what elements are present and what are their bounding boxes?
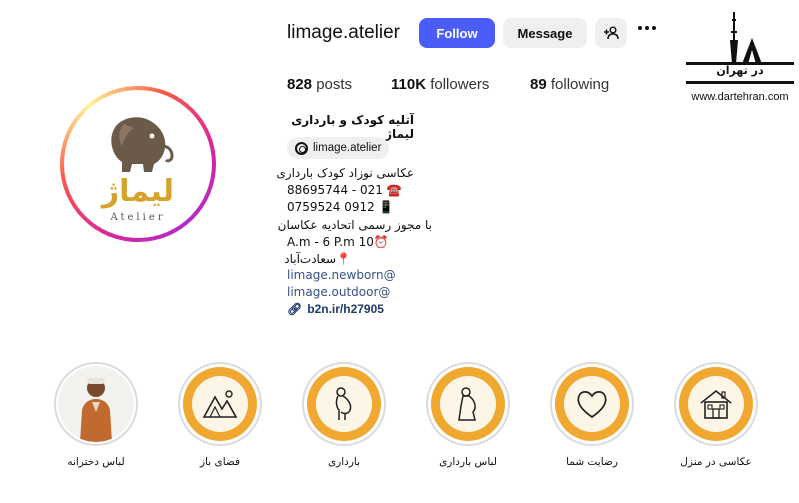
highlight-label: عکاسی در منزل	[680, 456, 752, 468]
heart-icon	[577, 391, 607, 419]
posts-count: 828	[287, 76, 313, 93]
highlight-label: رضایت شما	[566, 456, 618, 468]
highlight-ring	[54, 362, 138, 446]
highlight-label: لباس دخترانه	[67, 456, 125, 468]
highlight-label: فضای باز	[199, 456, 241, 468]
threads-handle: limage.atelier	[313, 142, 382, 154]
followers-count: 110K	[391, 76, 427, 93]
highlight-item[interactable]: لباس بارداری	[423, 362, 513, 468]
threads-badge[interactable]: limage.atelier	[287, 137, 390, 159]
highlight-item[interactable]: عکاسی در منزل	[671, 362, 761, 468]
posts-label: posts	[316, 76, 353, 93]
bio-line-hours: A.m - 6 P.m 10⏰	[287, 235, 389, 249]
house-icon	[700, 389, 732, 419]
highlight-ring	[674, 362, 758, 446]
girl-photo	[58, 366, 134, 442]
link-chain-icon: 🔗︎	[287, 302, 303, 316]
highlight-item[interactable]: بارداری	[299, 362, 389, 468]
watermark-title: در تهران	[716, 64, 764, 77]
milad-tower-icon	[714, 12, 770, 65]
suggest-user-button[interactable]	[595, 18, 627, 48]
follow-button[interactable]: Follow	[419, 18, 495, 48]
highlight-item[interactable]: لباس دخترانه	[51, 362, 141, 468]
following-count: 89	[530, 76, 547, 93]
bio-line-mobile: 0759524 0912 📱	[287, 200, 394, 214]
bio-line-location: 📍سعادت‌آباد	[284, 252, 351, 266]
following-label: following	[550, 76, 610, 93]
highlight-ring	[302, 362, 386, 446]
avatar-inner: لیماژ Atelier	[64, 90, 212, 238]
watermark-url: www.dartehran.com	[691, 91, 789, 103]
highlight-ring	[178, 362, 262, 446]
external-link[interactable]: 🔗︎ b2n.ir/h27905	[287, 302, 384, 316]
bio-line-services: عکاسی نوزاد کودک بارداری	[276, 166, 414, 180]
highlight-label: لباس بارداری	[439, 456, 497, 468]
bio-line-phone: 88695744 - 021 ☎️	[287, 183, 402, 197]
girl-figure-icon	[80, 378, 112, 442]
pregnant-dress-icon	[458, 387, 476, 421]
followers-label: followers	[430, 76, 490, 93]
profile-username: limage.atelier	[287, 22, 400, 43]
posts-stat: 828 posts	[287, 76, 352, 93]
avatar-logo: لیماژ Atelier	[68, 94, 208, 234]
elephant-logo-icon	[111, 117, 174, 172]
profile-avatar[interactable]: لیماژ Atelier	[60, 86, 216, 242]
highlight-item[interactable]: رضایت شما	[547, 362, 637, 468]
external-link-text: b2n.ir/h27905	[307, 302, 384, 316]
following-stat[interactable]: 89 following	[530, 76, 609, 93]
highlight-ring	[550, 362, 634, 446]
highlight-ring	[426, 362, 510, 446]
logo-subtext: Atelier	[110, 212, 166, 223]
highlight-label: بارداری	[327, 456, 361, 468]
more-options-icon[interactable]	[638, 26, 656, 30]
pregnant-icon	[335, 387, 352, 420]
mention-newborn-link[interactable]: limage.newborn@	[287, 268, 396, 283]
threads-icon	[295, 141, 308, 155]
message-button[interactable]: Message	[503, 18, 587, 48]
mention-outdoor-link[interactable]: limage.outdoor@	[287, 285, 390, 300]
bio-line-license: با مجوز رسمی اتحادیه عکاسان	[277, 218, 432, 232]
highlight-item[interactable]: فضای باز	[175, 362, 265, 468]
add-user-icon	[604, 26, 619, 40]
logo-wordmark: لیماژ	[101, 174, 175, 209]
followers-stat[interactable]: 110K followers	[391, 76, 489, 93]
mountains-icon	[202, 390, 238, 418]
